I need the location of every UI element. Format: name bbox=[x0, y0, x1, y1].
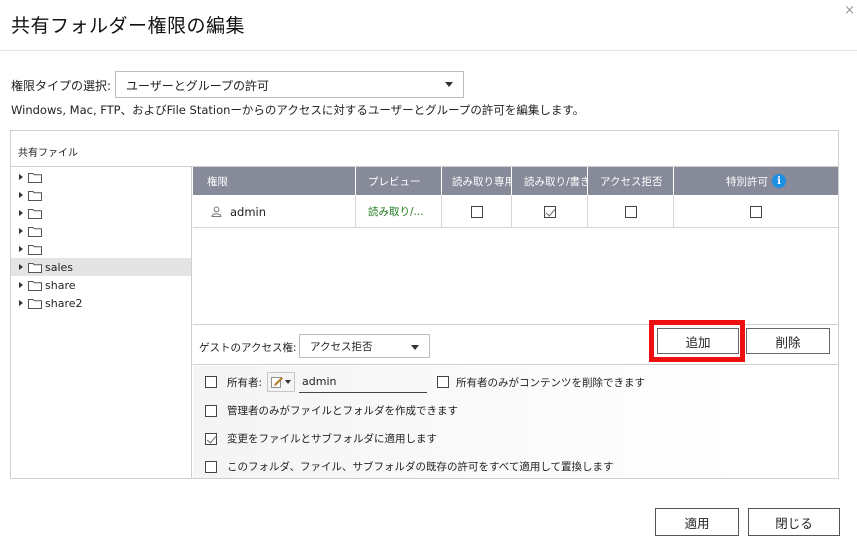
table-row[interactable]: admin 読み取り/... bbox=[193, 195, 838, 228]
tree-item[interactable] bbox=[11, 204, 191, 222]
tree-item-share[interactable]: share bbox=[11, 276, 191, 294]
triangle-right-icon[interactable] bbox=[19, 300, 23, 306]
owner-row-content: 所有者: 所有者のみがコンテンツを削除できます bbox=[205, 371, 645, 393]
folder-icon bbox=[28, 244, 42, 255]
chevron-down-icon bbox=[445, 82, 453, 87]
replace-existing-label: このフォルダ、ファイル、サブフォルダの既存の許可をすべて適用して置換します bbox=[227, 461, 614, 473]
owner-checkbox[interactable] bbox=[205, 376, 217, 388]
info-icon[interactable]: i bbox=[772, 174, 786, 188]
guest-access-bar: ゲストのアクセス権: アクセス拒否 追加 削除 bbox=[193, 320, 838, 365]
column-header-read-only[interactable]: 読み取り専用 bbox=[442, 167, 512, 195]
column-label: アクセス拒否 bbox=[600, 175, 663, 188]
apply-button[interactable]: 適用 bbox=[655, 508, 739, 536]
owner-picker-button[interactable] bbox=[267, 372, 296, 392]
admin-only-create-row: 管理者のみがファイルとフォルダを作成できます bbox=[205, 403, 458, 418]
cell-user: admin bbox=[193, 195, 356, 228]
chevron-down-icon bbox=[411, 345, 419, 350]
replace-existing-checkbox[interactable] bbox=[205, 460, 217, 473]
cell-deny bbox=[588, 195, 674, 228]
deny-checkbox[interactable] bbox=[624, 205, 637, 218]
user-name: admin bbox=[230, 204, 267, 219]
column-label: 特別許可 bbox=[726, 175, 768, 188]
triangle-right-icon[interactable] bbox=[19, 228, 23, 234]
chevron-down-icon bbox=[285, 380, 292, 384]
triangle-right-icon[interactable] bbox=[19, 246, 23, 252]
column-label: 読み取り専用 bbox=[452, 175, 512, 188]
admin-only-create-checkbox[interactable] bbox=[205, 404, 217, 417]
column-label: 読み取り/書き込み bbox=[524, 175, 587, 188]
apply-to-subfolders-row: 変更をファイルとサブフォルダに適用します bbox=[205, 431, 437, 446]
cell-preview: 読み取り/... bbox=[356, 195, 442, 228]
column-header-preview[interactable]: プレビュー bbox=[356, 167, 442, 195]
column-label: 権限 bbox=[207, 175, 228, 188]
folder-icon bbox=[28, 208, 42, 219]
permission-type-select[interactable]: ユーザーとグループの許可 bbox=[115, 71, 464, 98]
column-label: プレビュー bbox=[368, 175, 421, 188]
description-text: Windows, Mac, FTP、およびFile Stationーからのアクセ… bbox=[11, 103, 585, 117]
guest-access-label: ゲストのアクセス権: bbox=[199, 342, 297, 354]
guest-access-select[interactable]: アクセス拒否 bbox=[299, 334, 430, 358]
replace-existing-row: このフォルダ、ファイル、サブフォルダの既存の許可をすべて適用して置換します bbox=[205, 459, 614, 474]
owner-label: 所有者: bbox=[227, 376, 263, 389]
folder-tree: sales share share2 bbox=[11, 167, 192, 478]
tree-item-label: share2 bbox=[45, 296, 83, 310]
column-header-deny[interactable]: アクセス拒否 bbox=[588, 167, 674, 195]
apply-to-subfolders-checkbox[interactable] bbox=[205, 432, 217, 445]
folder-icon bbox=[28, 280, 42, 291]
panel-header: 共有ファイル bbox=[11, 131, 838, 167]
folder-icon bbox=[28, 172, 42, 183]
owner-input[interactable] bbox=[299, 371, 428, 393]
tree-item[interactable] bbox=[11, 222, 191, 240]
close-icon[interactable]: × bbox=[844, 4, 855, 17]
folder-icon bbox=[28, 190, 42, 201]
triangle-right-icon[interactable] bbox=[19, 264, 23, 270]
permission-type-label: 権限タイプの選択: bbox=[11, 79, 112, 93]
triangle-right-icon[interactable] bbox=[19, 192, 23, 198]
tree-item[interactable] bbox=[11, 240, 191, 258]
triangle-right-icon[interactable] bbox=[19, 282, 23, 288]
admin-only-create-label: 管理者のみがファイルとフォルダを作成できます bbox=[227, 405, 458, 417]
pencil-icon bbox=[271, 377, 283, 388]
cell-read-only bbox=[442, 195, 512, 228]
preview-text: 読み取り/... bbox=[368, 206, 424, 218]
special-permission-checkbox[interactable] bbox=[750, 205, 762, 218]
owner-only-delete-label: 所有者のみがコンテンツを削除できます bbox=[456, 376, 646, 389]
delete-button[interactable]: 削除 bbox=[746, 328, 830, 354]
dialog-title: 共有フォルダー権限の編集 bbox=[11, 15, 246, 37]
column-header-special[interactable]: 特別許可 i bbox=[674, 167, 838, 195]
tree-item[interactable] bbox=[11, 186, 191, 204]
cell-special bbox=[674, 195, 838, 228]
read-only-checkbox[interactable] bbox=[470, 205, 483, 218]
folder-icon bbox=[28, 262, 42, 273]
column-header-read-write[interactable]: 読み取り/書き込み bbox=[512, 167, 588, 195]
folder-icon bbox=[28, 298, 42, 309]
triangle-right-icon[interactable] bbox=[19, 210, 23, 216]
folder-icon bbox=[28, 226, 42, 237]
triangle-right-icon[interactable] bbox=[19, 174, 23, 180]
title-divider bbox=[0, 50, 857, 51]
close-button[interactable]: 閉じる bbox=[748, 508, 840, 536]
shared-folder-panel: 共有ファイル sales share share2 権限 プレビュー 読み取り専… bbox=[10, 130, 839, 479]
permission-type-value: ユーザーとグループの許可 bbox=[126, 79, 270, 93]
guest-access-value: アクセス拒否 bbox=[310, 341, 373, 353]
grid-header: 権限 プレビュー 読み取り専用 読み取り/書き込み アクセス拒否 特別許可 i bbox=[193, 167, 838, 195]
tree-item-share2[interactable]: share2 bbox=[11, 294, 191, 312]
apply-to-subfolders-label: 変更をファイルとサブフォルダに適用します bbox=[227, 433, 437, 445]
read-write-checkbox[interactable] bbox=[543, 205, 556, 218]
tree-item-label: sales bbox=[45, 260, 74, 274]
column-header-permission[interactable]: 権限 bbox=[193, 167, 356, 195]
tree-item-label: share bbox=[45, 278, 76, 292]
cell-read-write bbox=[512, 195, 588, 228]
tree-item[interactable] bbox=[11, 168, 191, 186]
tree-item-sales[interactable]: sales bbox=[11, 258, 191, 276]
add-button[interactable]: 追加 bbox=[657, 328, 739, 354]
user-icon bbox=[211, 206, 222, 217]
owner-only-delete-checkbox[interactable] bbox=[437, 376, 450, 388]
